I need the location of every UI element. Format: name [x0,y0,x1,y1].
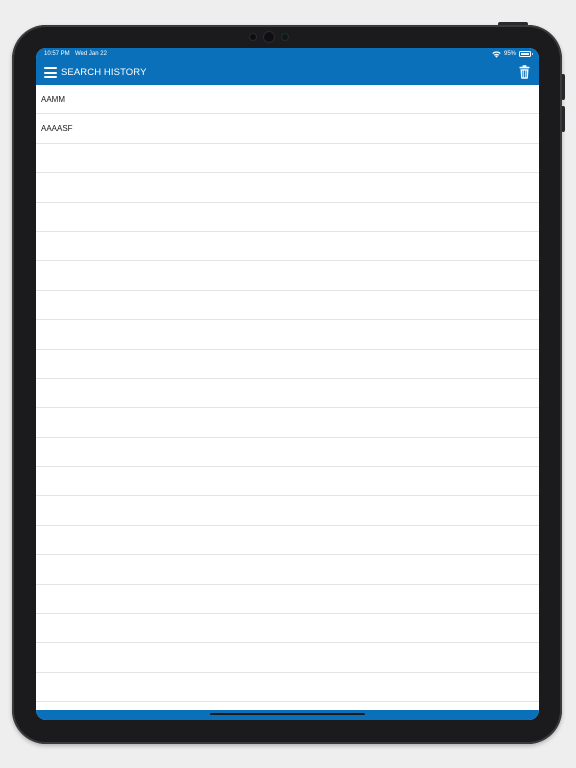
history-list-item[interactable] [36,614,539,644]
history-list-item[interactable] [36,555,539,585]
sensor-dot [282,34,288,40]
page-title: SEARCH HISTORY [61,67,147,78]
history-item-label: AAAASF [41,124,73,134]
app-screen: 10:57 PM Wed Jan 22 95% SEARCH HISTORY A… [36,48,539,720]
history-list-item[interactable] [36,261,539,291]
status-time: 10:57 PM [44,51,70,57]
history-list-item[interactable] [36,350,539,379]
history-list-item[interactable] [36,408,539,438]
history-list-item[interactable] [36,144,539,174]
front-camera [250,31,294,43]
status-indicators: 95% [492,50,533,58]
history-list-item[interactable] [36,379,539,409]
history-list-item[interactable] [36,467,539,497]
history-list-item[interactable] [36,320,539,350]
hamburger-menu-icon[interactable] [44,66,57,79]
sensor-dot [250,34,256,40]
home-indicator[interactable] [210,713,365,715]
camera-lens [264,32,274,42]
status-date: Wed Jan 22 [75,51,107,57]
search-history-list: AAMM AAAASF [36,85,539,720]
status-bar: 10:57 PM Wed Jan 22 95% [36,48,539,60]
nav-bar: SEARCH HISTORY [36,61,539,85]
history-list-item[interactable] [36,673,539,703]
history-list-item[interactable] [36,585,539,615]
history-list-item[interactable]: AAMM [36,85,539,115]
history-list-item[interactable] [36,526,539,556]
history-list-item[interactable] [36,232,539,262]
history-list-item[interactable] [36,203,539,232]
bottom-bar [36,710,539,720]
history-list-item[interactable] [36,496,539,526]
trash-icon[interactable] [519,65,530,79]
battery-percent: 95% [503,51,516,57]
app-header: 10:57 PM Wed Jan 22 95% SEARCH HISTORY [36,48,539,85]
history-list-item[interactable] [36,643,539,673]
history-item-label: AAMM [41,95,65,104]
wifi-icon [492,50,501,58]
history-list-item[interactable] [36,173,539,203]
history-list-item[interactable] [36,291,539,321]
history-list-item[interactable] [36,438,539,468]
history-list-item[interactable]: AAAASF [36,114,539,144]
battery-icon [519,51,533,57]
